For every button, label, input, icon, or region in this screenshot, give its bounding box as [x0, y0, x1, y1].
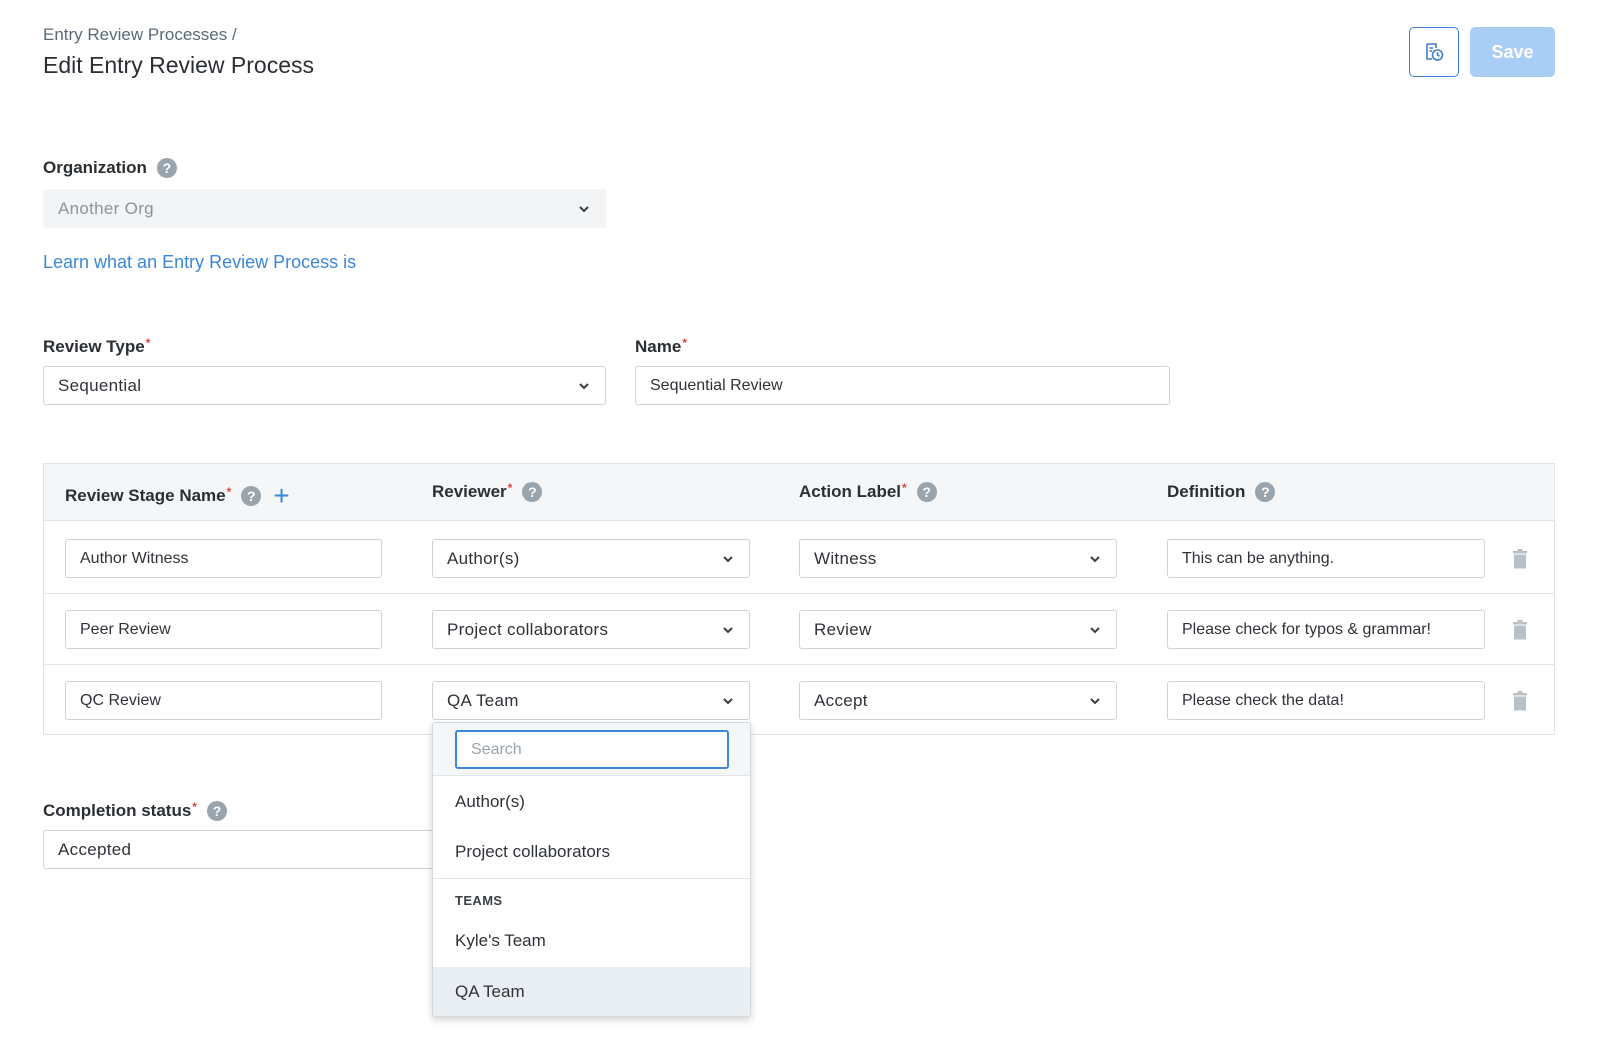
- dropdown-divider: [433, 878, 750, 879]
- trash-icon[interactable]: [1511, 549, 1529, 569]
- trash-icon[interactable]: [1511, 620, 1529, 640]
- chevron-down-icon: [723, 697, 733, 704]
- learn-more-link[interactable]: Learn what an Entry Review Process is: [43, 252, 356, 273]
- reviewer-select[interactable]: Author(s): [432, 539, 750, 578]
- page-title: Edit Entry Review Process: [43, 52, 314, 78]
- chevron-down-icon: [1090, 697, 1100, 704]
- reviewer-dropdown-menu: Author(s) Project collaborators TEAMS Ky…: [432, 722, 751, 1017]
- column-header-reviewer: Reviewer * ?: [432, 481, 543, 502]
- save-button[interactable]: Save: [1470, 27, 1555, 77]
- row-divider: [44, 664, 1554, 665]
- help-icon[interactable]: ?: [241, 486, 262, 506]
- add-stage-icon[interactable]: +: [273, 482, 289, 510]
- completion-status-label: Completion status * ?: [43, 800, 227, 821]
- trash-icon[interactable]: [1511, 691, 1529, 711]
- review-type-select[interactable]: Sequential: [43, 366, 606, 405]
- dropdown-option[interactable]: Project collaborators: [433, 827, 750, 877]
- dropdown-option[interactable]: Kyle's Team: [433, 916, 750, 966]
- reviewer-select[interactable]: QA Team: [432, 681, 750, 720]
- organization-label: Organization ?: [43, 158, 177, 178]
- chevron-down-icon: [1090, 626, 1100, 633]
- dropdown-search-input[interactable]: [455, 730, 729, 769]
- dropdown-option[interactable]: Author(s): [433, 777, 750, 827]
- help-icon[interactable]: ?: [916, 482, 937, 502]
- column-header-action-label: Action Label * ?: [799, 481, 937, 502]
- review-type-label: Review Type *: [43, 336, 151, 356]
- stage-name-input[interactable]: [65, 610, 382, 649]
- chevron-down-icon: [579, 382, 589, 389]
- name-label: Name *: [635, 336, 687, 356]
- help-icon[interactable]: ?: [522, 482, 543, 502]
- name-input[interactable]: [635, 366, 1170, 405]
- row-divider: [44, 593, 1554, 594]
- column-header-definition: Definition ?: [1167, 482, 1276, 502]
- chevron-down-icon: [579, 205, 589, 212]
- organization-select: Another Org: [43, 189, 606, 228]
- dropdown-group-label: TEAMS: [455, 893, 503, 908]
- reviewer-select[interactable]: Project collaborators: [432, 610, 750, 649]
- review-stages-table: Review Stage Name * ? + Reviewer * ? Actio…: [43, 463, 1555, 735]
- help-icon[interactable]: ?: [1255, 482, 1276, 502]
- chevron-down-icon: [723, 626, 733, 633]
- definition-input[interactable]: [1167, 539, 1485, 578]
- breadcrumb[interactable]: Entry Review Processes /: [43, 25, 237, 45]
- action-label-select[interactable]: Accept: [799, 681, 1117, 720]
- definition-input[interactable]: [1167, 681, 1485, 720]
- help-icon[interactable]: ?: [156, 158, 177, 178]
- history-icon: [1426, 43, 1444, 61]
- dropdown-search-area: [433, 723, 750, 776]
- definition-input[interactable]: [1167, 610, 1485, 649]
- help-icon[interactable]: ?: [206, 801, 227, 821]
- stage-name-input[interactable]: [65, 681, 382, 720]
- stage-name-input[interactable]: [65, 539, 382, 578]
- column-header-stage-name: Review Stage Name * ? +: [65, 480, 290, 511]
- action-label-select[interactable]: Witness: [799, 539, 1117, 578]
- history-button[interactable]: [1409, 27, 1459, 77]
- action-label-select[interactable]: Review: [799, 610, 1117, 649]
- chevron-down-icon: [723, 555, 733, 562]
- dropdown-option-selected[interactable]: QA Team: [433, 967, 750, 1016]
- chevron-down-icon: [1090, 555, 1100, 562]
